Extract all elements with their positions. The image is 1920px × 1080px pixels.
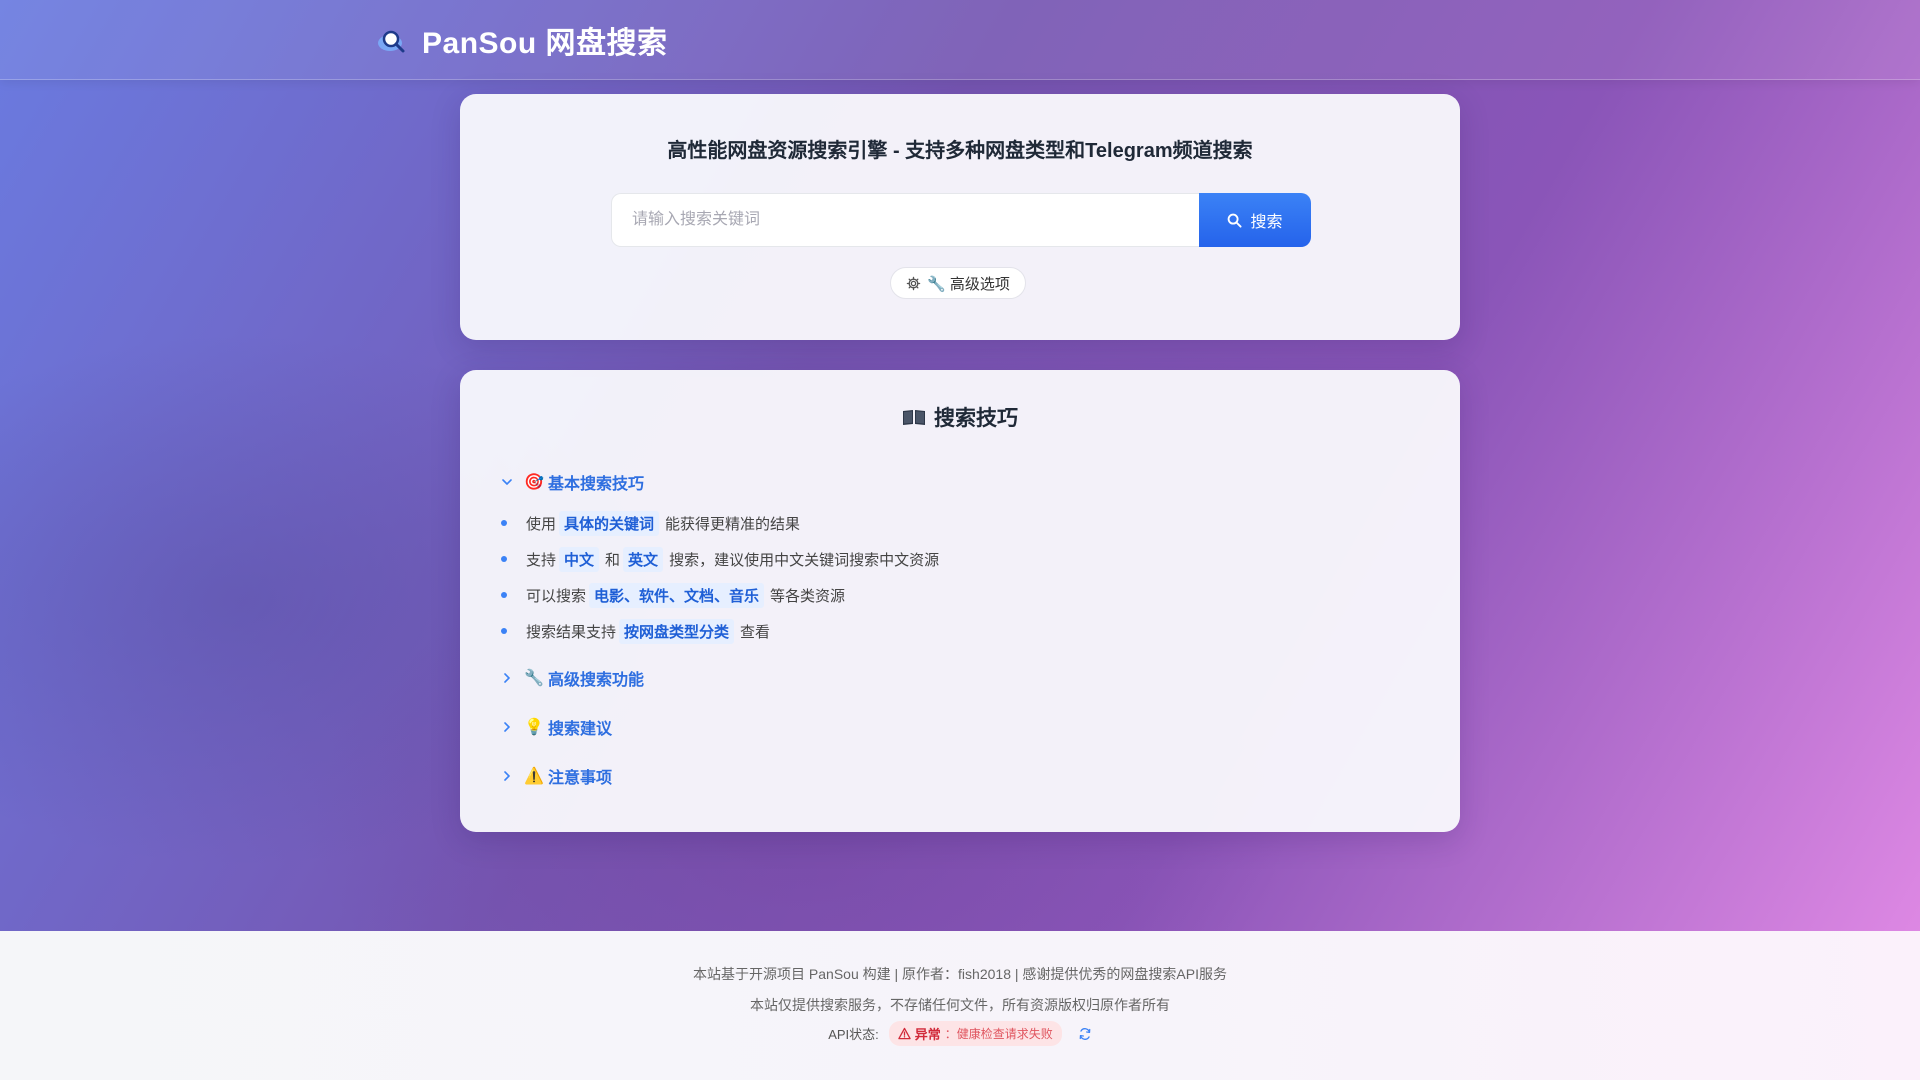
wrench-icon: 🔧 xyxy=(524,670,544,687)
section-advanced-features[interactable]: 🔧 高级搜索功能 xyxy=(500,666,644,690)
top-header: PanSou 网盘搜索 xyxy=(0,0,1920,80)
section-header[interactable]: ⚠️ 注意事项 xyxy=(500,764,612,788)
search-subtitle: 高性能网盘资源搜索引擎 - 支持多种网盘类型和Telegram频道搜索 xyxy=(667,140,1253,162)
tips-title: 搜索技巧 xyxy=(460,402,1460,432)
tips-title-text: 搜索技巧 xyxy=(934,407,1018,430)
target-icon: 🎯 xyxy=(524,474,544,491)
api-status-label: API状态: xyxy=(828,1027,879,1042)
open-book-icon xyxy=(903,410,925,425)
refresh-icon[interactable] xyxy=(1078,1027,1092,1041)
chevron-right-icon xyxy=(504,771,510,781)
search-button-label: 搜索 xyxy=(1250,214,1283,231)
highlight: 具体的关键词 xyxy=(559,510,660,536)
api-status-value: 异常 xyxy=(914,1027,941,1042)
basic-tips-list: 使用 具体的关键词 能获得更精准的结果 支持 中文 和 英文 搜索，建议使用中文… xyxy=(500,505,939,649)
api-status-detail: ：健康检查请求失败 xyxy=(944,1027,1053,1041)
section-notes[interactable]: ⚠️ 注意事项 xyxy=(500,764,612,788)
list-item: 可以搜索 电影、软件、文档、音乐 等各类资源 xyxy=(500,577,939,613)
search-input[interactable] xyxy=(611,193,1199,247)
lightbulb-icon: 💡 xyxy=(524,719,544,736)
app-title: PanSou 网盘搜索 xyxy=(422,27,668,60)
chevron-right-icon xyxy=(504,673,510,683)
search-row: 搜索 xyxy=(611,193,1311,247)
bullet xyxy=(501,628,507,634)
section-header[interactable]: 💡 搜索建议 xyxy=(500,715,612,739)
section-header[interactable]: 🎯 基本搜索技巧 xyxy=(500,470,644,494)
advanced-options-label: 🔧 高级选项 xyxy=(927,275,1010,293)
api-status-row: API状态: 异常 ：健康检查请求失败 xyxy=(0,1021,1920,1046)
magnifier-cloud-icon xyxy=(378,30,405,53)
section-label: 基本搜索技巧 xyxy=(548,476,645,493)
highlight: 电影、软件、文档、音乐 xyxy=(589,582,765,608)
list-item: 使用 具体的关键词 能获得更精准的结果 xyxy=(500,505,939,541)
section-label: 注意事项 xyxy=(548,770,613,787)
highlight: 按网盘类型分类 xyxy=(619,618,735,644)
highlight: 英文 xyxy=(623,546,664,572)
gear-icon xyxy=(906,276,921,290)
search-button[interactable]: 搜索 xyxy=(1199,193,1311,247)
warning-icon: ⚠️ xyxy=(524,768,544,785)
bullet xyxy=(501,520,507,526)
bullet xyxy=(501,592,507,598)
search-icon xyxy=(1228,213,1243,228)
chevron-down-icon xyxy=(502,479,512,485)
search-tips-card: 搜索技巧 🎯 基本搜索技巧 使用 具体的关键词 能获得更精准的结果 支持 中文 … xyxy=(460,370,1460,832)
section-search-suggestions[interactable]: 💡 搜索建议 xyxy=(500,715,612,739)
advanced-options-button[interactable]: 🔧 高级选项 xyxy=(890,267,1026,299)
api-status-badge: 异常 ：健康检查请求失败 xyxy=(888,1021,1062,1046)
section-header[interactable]: 🔧 高级搜索功能 xyxy=(500,666,644,690)
list-item: 搜索结果支持 按网盘类型分类 查看 xyxy=(500,613,939,649)
brand[interactable]: PanSou 网盘搜索 xyxy=(376,18,668,62)
footer-credits: 本站基于开源项目 PanSou 构建 | 原作者：fish2018 | 感谢提供… xyxy=(693,966,1227,982)
footer: 本站基于开源项目 PanSou 构建 | 原作者：fish2018 | 感谢提供… xyxy=(0,931,1920,1080)
section-label: 搜索建议 xyxy=(548,721,613,738)
section-basic-tips[interactable]: 🎯 基本搜索技巧 xyxy=(500,470,644,494)
bullet xyxy=(501,556,507,562)
highlight: 中文 xyxy=(559,546,600,572)
chevron-right-icon xyxy=(504,722,510,732)
list-item: 支持 中文 和 英文 搜索，建议使用中文关键词搜索中文资源 xyxy=(500,541,939,577)
search-card: 高性能网盘资源搜索引擎 - 支持多种网盘类型和Telegram频道搜索 搜索 🔧… xyxy=(460,94,1460,340)
warning-triangle-icon xyxy=(898,1027,911,1040)
footer-disclaimer: 本站仅提供搜索服务，不存储任何文件，所有资源版权归原作者所有 xyxy=(750,997,1170,1013)
section-label: 高级搜索功能 xyxy=(548,672,645,689)
